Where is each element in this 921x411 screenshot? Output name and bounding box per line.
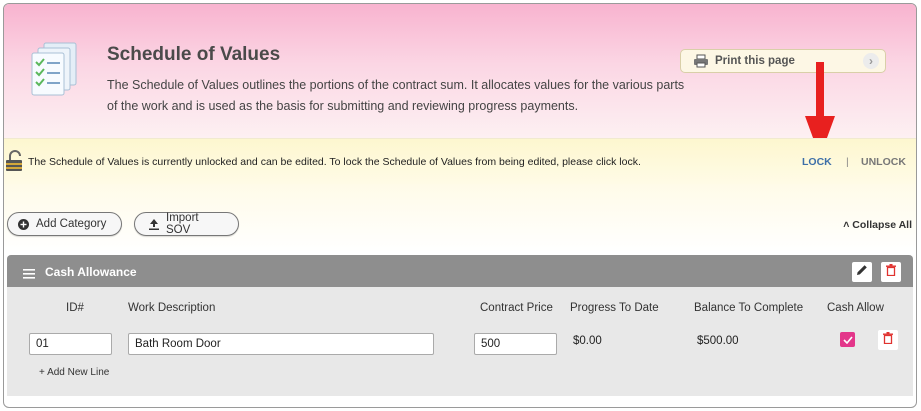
category-header[interactable]: Cash Allowance — [7, 255, 913, 287]
category-panel: Cash Allowance ID# Work Description Cont… — [7, 255, 913, 396]
contract-price-input[interactable]: 500 — [474, 333, 557, 355]
collapse-all-button[interactable]: ˄ Collapse All — [843, 219, 912, 231]
column-header-balance: Balance To Complete — [694, 302, 804, 314]
progress-to-date-value: $0.00 — [573, 335, 602, 347]
upload-icon — [149, 218, 159, 230]
collapse-all-label: Collapse All — [852, 219, 912, 231]
print-page-button[interactable]: Print this page › — [680, 49, 886, 73]
chevron-right-icon: › — [863, 53, 879, 69]
work-description-input[interactable]: Bath Room Door — [128, 333, 434, 355]
hamburger-menu-icon[interactable] — [23, 266, 35, 284]
checkmark-icon — [842, 331, 853, 349]
id-input[interactable]: 01 — [29, 333, 112, 355]
document-checklist-icon — [30, 41, 82, 102]
import-sov-label: Import SOV — [166, 212, 199, 236]
column-header-cash-allow: Cash Allow — [827, 302, 884, 314]
printer-icon — [693, 54, 709, 68]
column-header-progress: Progress To Date — [570, 302, 659, 314]
category-title: Cash Allowance — [45, 265, 137, 279]
page-header: Schedule of Values The Schedule of Value… — [4, 4, 916, 157]
edit-category-button[interactable] — [852, 262, 872, 282]
add-category-button[interactable]: Add Category — [7, 212, 122, 236]
add-category-label: Add Category — [36, 218, 107, 230]
unlock-link[interactable]: UNLOCK — [861, 156, 906, 168]
page-description: The Schedule of Values outlines the port… — [107, 78, 685, 113]
pencil-icon — [856, 263, 868, 281]
column-header-contract-price: Contract Price — [480, 302, 553, 314]
plus-circle-icon — [18, 218, 29, 230]
lock-separator: | — [846, 156, 849, 168]
trash-icon — [886, 263, 896, 281]
padlock-open-icon — [5, 150, 25, 177]
column-header-description: Work Description — [128, 302, 216, 314]
lock-status-message: The Schedule of Values is currently unlo… — [28, 156, 641, 168]
trash-icon — [883, 331, 893, 349]
add-new-line-link[interactable]: + Add New Line — [39, 367, 109, 378]
column-header-id: ID# — [66, 302, 84, 314]
double-chevron-up-icon: ˄ — [843, 219, 850, 231]
lock-link[interactable]: LOCK — [802, 156, 832, 168]
delete-category-button[interactable] — [881, 262, 901, 282]
page-title: Schedule of Values — [107, 44, 281, 65]
action-toolbar: Add Category Import SOV ˄ Collapse All — [4, 184, 916, 252]
lock-status-bar: The Schedule of Values is currently unlo… — [4, 138, 916, 184]
print-page-label: Print this page — [715, 55, 795, 67]
sov-panel: Schedule of Values The Schedule of Value… — [3, 3, 917, 408]
import-sov-button[interactable]: Import SOV — [134, 212, 239, 236]
balance-to-complete-value: $500.00 — [697, 335, 739, 347]
cash-allow-checkbox[interactable] — [840, 332, 855, 347]
delete-row-button[interactable] — [878, 330, 898, 350]
